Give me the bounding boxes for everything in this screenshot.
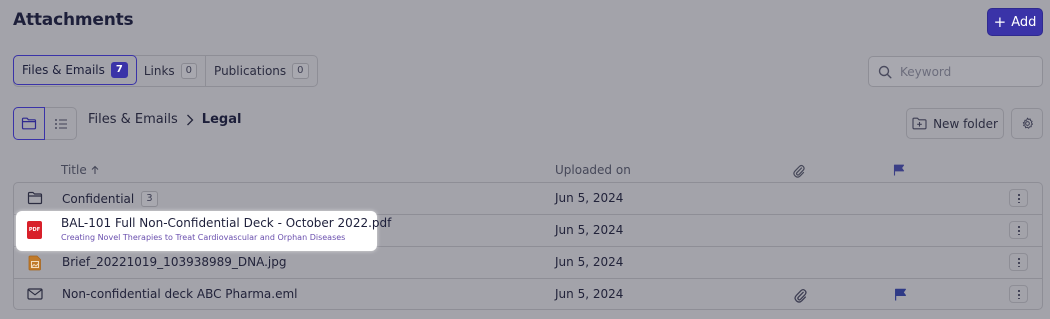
- tab-count-badge: 0: [292, 63, 309, 79]
- row-uploaded-date: Jun 5, 2024: [555, 287, 624, 301]
- settings-button[interactable]: [1011, 108, 1043, 139]
- table-row[interactable]: Non-confidential deck ABC Pharma.eml Jun…: [14, 279, 1042, 309]
- column-header-attachment[interactable]: [793, 164, 805, 181]
- flag-icon: [893, 164, 905, 176]
- flag-icon[interactable]: [894, 288, 907, 301]
- search-icon: [878, 65, 892, 79]
- tab-count-badge: 7: [110, 62, 128, 78]
- page-title: Attachments: [13, 10, 134, 30]
- paperclip-icon: [793, 164, 805, 178]
- tab-label: Publications: [214, 64, 287, 78]
- folder-plus-icon: [912, 117, 927, 130]
- new-folder-button[interactable]: New folder: [906, 108, 1004, 139]
- row-uploaded-date: Jun 5, 2024: [555, 255, 624, 269]
- breadcrumb-current: Legal: [201, 112, 242, 127]
- row-title: Brief_20221019_103938989_DNA.jpg: [62, 255, 287, 269]
- row-menu-button[interactable]: [1009, 253, 1028, 271]
- row-title: Confidential 3: [62, 191, 158, 207]
- paperclip-icon[interactable]: [794, 288, 807, 303]
- row-menu-button[interactable]: [1009, 189, 1028, 207]
- more-vertical-icon: [1017, 193, 1020, 203]
- folder-icon: [21, 117, 37, 130]
- row-menu-button[interactable]: [1009, 285, 1028, 303]
- more-vertical-icon: [1017, 225, 1020, 235]
- list-view-button[interactable]: [45, 107, 77, 140]
- tab-files-emails[interactable]: Files & Emails 7: [13, 55, 137, 85]
- list-icon: [54, 118, 67, 129]
- sort-ascending-icon: [91, 165, 99, 174]
- row-title-text[interactable]: Confidential: [62, 192, 134, 206]
- pdf-icon: PDF: [27, 221, 42, 239]
- breadcrumb-root[interactable]: Files & Emails: [88, 112, 178, 127]
- row-uploaded-date: Jun 5, 2024: [555, 223, 624, 237]
- row-menu-button[interactable]: [1009, 221, 1028, 239]
- row-title: Non-confidential deck ABC Pharma.eml: [62, 287, 297, 301]
- search-box: [868, 56, 1043, 87]
- tab-publications[interactable]: Publications 0: [206, 56, 316, 86]
- highlighted-file-row[interactable]: PDF BAL-101 Full Non-Confidential Deck -…: [16, 211, 391, 251]
- column-header-title[interactable]: Title: [61, 163, 99, 177]
- search-input[interactable]: [900, 64, 1030, 79]
- tab-bar: Files & Emails 7 Links 0 Publications 0: [13, 55, 318, 87]
- tab-label: Files & Emails: [22, 63, 105, 77]
- row-description: Creating Novel Therapies to Treat Cardio…: [61, 233, 346, 242]
- table-row[interactable]: Brief_20221019_103938989_DNA.jpg Jun 5, …: [14, 247, 1042, 279]
- gear-icon: [1022, 117, 1033, 129]
- item-count-badge: 3: [141, 191, 158, 207]
- tab-links[interactable]: Links 0: [136, 56, 207, 86]
- more-vertical-icon: [1017, 257, 1020, 267]
- tab-label: Links: [143, 64, 175, 78]
- add-button-label: Add: [1011, 14, 1037, 30]
- image-file-icon: [28, 255, 41, 271]
- folder-view-button[interactable]: [13, 107, 45, 140]
- column-header-uploaded-on[interactable]: Uploaded on: [555, 163, 631, 177]
- more-vertical-icon: [1017, 289, 1020, 299]
- tab-count-badge: 0: [180, 63, 198, 79]
- row-title-text[interactable]: Non-confidential deck ABC Pharma.eml: [62, 287, 297, 301]
- new-folder-label: New folder: [933, 116, 998, 131]
- folder-icon: [27, 191, 43, 205]
- email-icon: [27, 288, 43, 300]
- column-header-label: Title: [61, 163, 87, 177]
- row-title-text[interactable]: BAL-101 Full Non-Confidential Deck - Oct…: [61, 216, 391, 230]
- row-title-text[interactable]: Brief_20221019_103938989_DNA.jpg: [62, 255, 287, 269]
- chevron-right-icon: [186, 114, 194, 125]
- add-button[interactable]: + Add: [987, 8, 1043, 36]
- row-uploaded-date: Jun 5, 2024: [555, 191, 624, 205]
- column-header-flag[interactable]: [893, 164, 905, 179]
- plus-icon: +: [993, 12, 1007, 31]
- breadcrumb: Files & Emails Legal: [88, 112, 241, 127]
